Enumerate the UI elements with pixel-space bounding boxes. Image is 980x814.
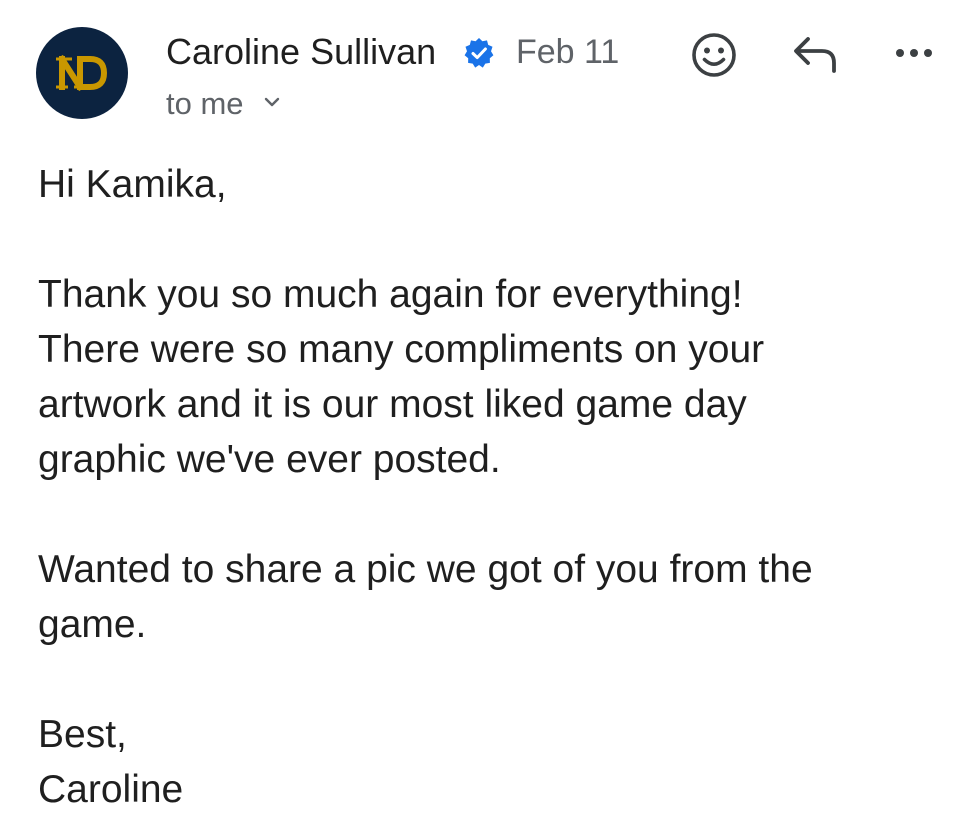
signoff: Best, <box>38 713 127 756</box>
message-date: Feb 11 <box>516 33 620 71</box>
body-line: Wanted to share a pic we got of you from… <box>38 548 813 591</box>
body-line: artwork and it is our most liked game da… <box>38 383 747 426</box>
message-body: Hi Kamika, Thank you so much again for e… <box>38 157 958 814</box>
chevron-down-icon[interactable] <box>263 96 281 108</box>
sender-name[interactable]: Caroline Sullivan <box>166 30 436 74</box>
body-line: Thank you so much again for everything! <box>38 273 743 316</box>
nd-logo-icon <box>56 54 108 92</box>
verified-badge-icon <box>464 38 494 68</box>
smiley-emoji-icon[interactable] <box>690 31 738 79</box>
greeting: Hi Kamika, <box>38 163 227 206</box>
body-line: There were so many compliments on your <box>38 328 765 371</box>
body-line: game. <box>38 603 147 646</box>
reply-arrow-icon[interactable] <box>792 34 838 74</box>
body-line: graphic we've ever posted. <box>38 438 501 481</box>
more-dots-icon[interactable] <box>894 43 934 63</box>
signature: Caroline <box>38 768 184 811</box>
recipient-details-toggle[interactable]: to me <box>166 84 244 124</box>
sender-avatar[interactable] <box>36 27 128 119</box>
